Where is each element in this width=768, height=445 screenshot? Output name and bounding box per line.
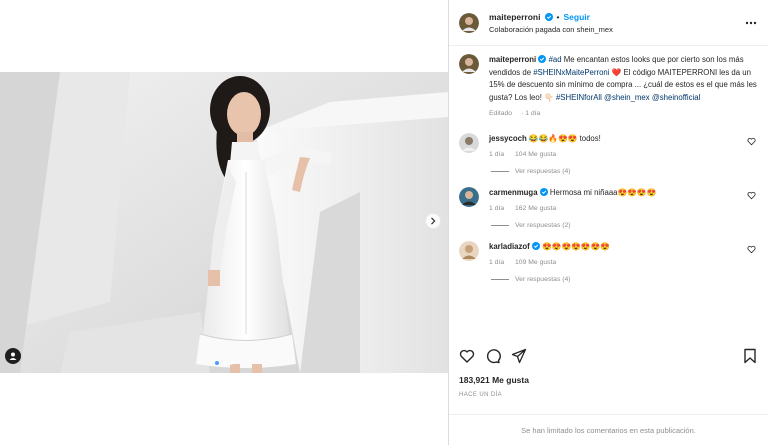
hashtag-collab[interactable]: #SHEINxMaitePerroni — [533, 68, 609, 77]
heart-icon[interactable] — [747, 137, 756, 146]
more-options-button[interactable] — [744, 16, 758, 30]
avatar[interactable] — [459, 240, 479, 261]
media-pane — [0, 0, 448, 445]
comment-meta: 1 día 162 Me gusta — [489, 203, 758, 214]
post-photo[interactable] — [0, 72, 448, 373]
hashtag-forall[interactable]: #SHEINforAll — [556, 93, 602, 102]
next-icon — [431, 217, 436, 225]
post-timestamp[interactable]: HACE UN DÍA — [459, 392, 502, 398]
caption-body: maiteperroni #ad Me encantan estos looks… — [489, 54, 758, 121]
view-replies-button[interactable]: Ver respuestas (2) — [491, 222, 758, 229]
caption-username[interactable]: maiteperroni — [489, 55, 536, 64]
header-separator: • — [556, 11, 560, 22]
avatar[interactable] — [459, 186, 479, 207]
verified-icon — [531, 241, 540, 250]
more-icon — [745, 21, 757, 24]
header-text: maiteperroni • Seguir Colaboración pagad… — [489, 12, 744, 34]
comment-meta: 1 día 104 Me gusta — [489, 149, 758, 160]
post-header: maiteperroni • Seguir Colaboración pagad… — [449, 0, 768, 46]
avatar[interactable] — [459, 54, 479, 74]
post-side-panel: maiteperroni • Seguir Colaboración pagad… — [448, 0, 768, 445]
share-button[interactable] — [511, 348, 527, 364]
comment-likes[interactable]: 109 Me gusta — [515, 259, 556, 266]
view-replies-label: Ver respuestas (4) — [515, 275, 571, 283]
comment-body: carmenmuga Hermosa mi niñaaa😍😍😍😍 1 día 1… — [489, 187, 758, 214]
save-icon — [744, 348, 756, 364]
user-tag-icon — [9, 352, 17, 360]
likes-count[interactable]: 183,921 Me gusta — [459, 375, 529, 385]
heart-icon[interactable] — [747, 191, 756, 200]
author-username[interactable]: maiteperroni — [489, 12, 541, 22]
save-button[interactable] — [742, 348, 758, 364]
like-button[interactable] — [459, 348, 475, 364]
mention-sheinofficial[interactable]: @sheinofficial — [652, 93, 701, 102]
mention-shein-mex[interactable]: @shein_mex — [604, 93, 650, 102]
comment-item: jessycoch 😂😂🔥😍😍 todos! 1 día 104 Me gust… — [459, 132, 758, 160]
carousel-dot — [229, 361, 233, 365]
post-viewer: maiteperroni • Seguir Colaboración pagad… — [0, 0, 768, 445]
comment-body: jessycoch 😂😂🔥😍😍 todos! 1 día 104 Me gust… — [489, 133, 758, 160]
heart-icon — [459, 349, 475, 363]
tagged-users-button[interactable] — [5, 348, 21, 364]
verified-icon — [539, 187, 548, 196]
follow-button[interactable]: Seguir — [563, 12, 589, 22]
comment-button[interactable] — [485, 348, 501, 364]
photo-scene — [0, 72, 448, 373]
comment-username[interactable]: carmenmuga — [489, 188, 538, 197]
comment-time[interactable]: 1 día — [489, 205, 504, 212]
comment-time[interactable]: 1 día — [489, 151, 504, 158]
carousel-dots — [215, 361, 233, 365]
view-replies-label: Ver respuestas (2) — [515, 221, 571, 229]
avatar[interactable] — [459, 12, 479, 33]
share-icon — [511, 348, 527, 364]
verified-icon — [544, 12, 553, 21]
view-replies-label: Ver respuestas (4) — [515, 167, 571, 175]
comments-list[interactable]: maiteperroni #ad Me encantan estos looks… — [449, 48, 768, 338]
comment-username[interactable]: jessycoch — [489, 134, 527, 143]
action-bar — [449, 346, 768, 366]
caption-time[interactable]: 1 día — [525, 110, 540, 117]
carousel-dot — [215, 361, 219, 365]
hashtag-ad[interactable]: #ad — [549, 55, 562, 64]
paid-partnership-label[interactable]: Colaboración pagada con shein_mex — [489, 25, 744, 34]
edited-label: Editado — [489, 110, 513, 117]
avatar[interactable] — [459, 132, 479, 153]
comment-text: 😍😍😍😍😍😍😍 — [542, 241, 611, 251]
comment-text: Hermosa mi niñaaa😍😍😍😍 — [549, 187, 657, 197]
carousel-dot — [222, 361, 226, 365]
comment-username[interactable]: karladiazof — [489, 242, 530, 251]
comments-limited-notice: Se han limitado los comentarios en esta … — [449, 414, 768, 445]
comment-likes[interactable]: 104 Me gusta — [515, 151, 556, 158]
next-photo-button[interactable] — [425, 213, 441, 229]
comment-meta: 1 día 109 Me gusta — [489, 257, 758, 268]
comment-icon — [486, 349, 501, 364]
caption-meta: Editado · 1 día — [489, 110, 541, 117]
view-replies-button[interactable]: Ver respuestas (4) — [491, 168, 758, 175]
comment-item: karladiazof 😍😍😍😍😍😍😍 1 día 109 Me gusta — [459, 240, 758, 268]
view-replies-button[interactable]: Ver respuestas (4) — [491, 276, 758, 283]
comment-time[interactable]: 1 día — [489, 259, 504, 266]
caption: maiteperroni #ad Me encantan estos looks… — [459, 48, 758, 121]
comment-item: carmenmuga Hermosa mi niñaaa😍😍😍😍 1 día 1… — [459, 186, 758, 214]
comment-likes[interactable]: 162 Me gusta — [515, 205, 556, 212]
comment-text: 😂😂🔥😍😍 todos! — [528, 133, 601, 143]
heart-icon[interactable] — [747, 245, 756, 254]
comment-body: karladiazof 😍😍😍😍😍😍😍 1 día 109 Me gusta — [489, 241, 758, 268]
